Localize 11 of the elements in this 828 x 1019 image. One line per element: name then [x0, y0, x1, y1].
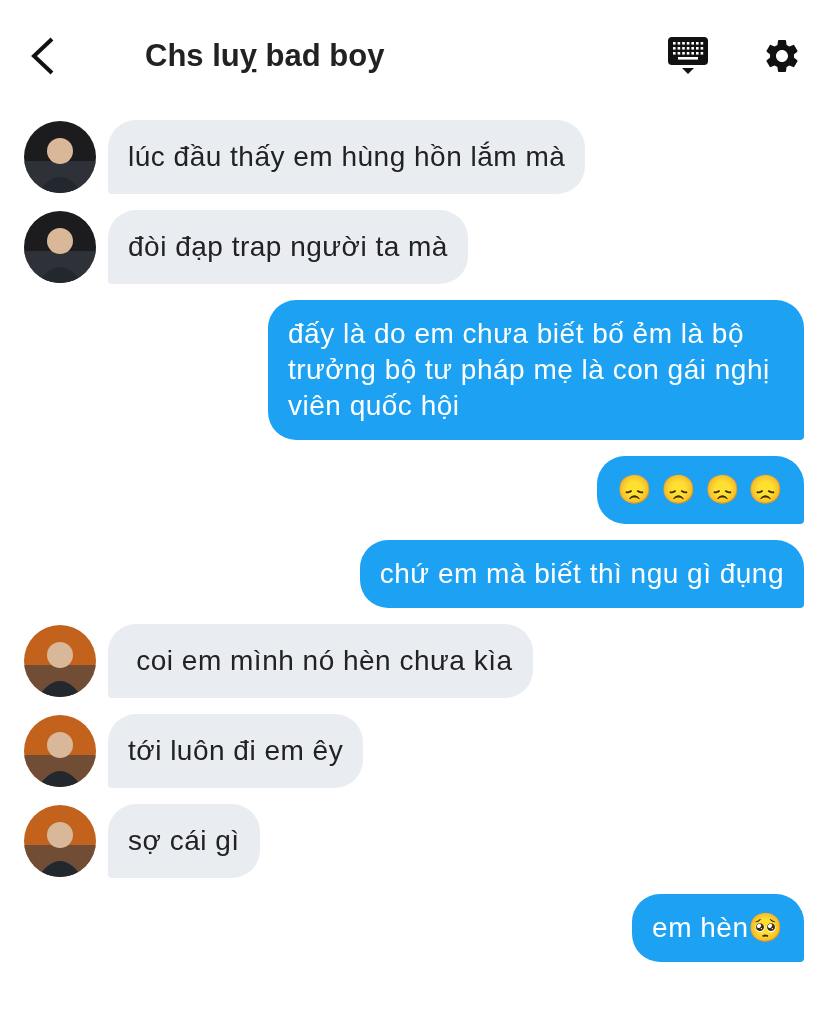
message-bubble: 😞 😞 😞 😞 — [597, 456, 804, 524]
keyboard-icon[interactable] — [667, 35, 709, 77]
chat-title: Chs luỵ bad boy — [145, 36, 385, 75]
message-bubble: đấy là do em chưa biết bố ẻm là bộ trưởng bộ tư pháp mẹ là con gái nghị viên quốc hội — [268, 300, 804, 440]
message-bubble: em hèn🥺 — [632, 894, 804, 962]
message-bubble: đòi đạp trap người ta mà — [108, 210, 468, 284]
message-bubble: coi em mình nó hèn chưa kìa — [108, 624, 533, 698]
message-bubble: chứ em mà biết thì ngu gì đụng — [359, 540, 804, 608]
message-bubble: tới luôn đi em êy — [108, 714, 364, 788]
message-bubble: sợ cái gì — [108, 804, 260, 878]
message-bubble: lúc đầu thấy em hùng hồn lắm mà — [108, 120, 586, 194]
